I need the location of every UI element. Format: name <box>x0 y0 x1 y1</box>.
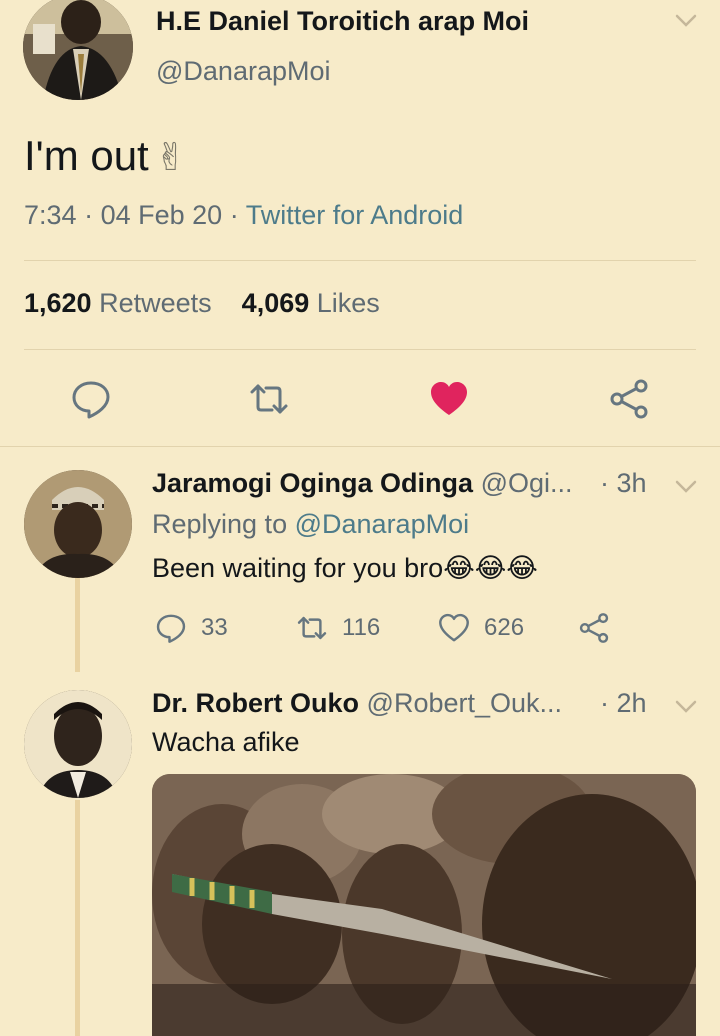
reply-author-handle[interactable]: @Ogi... <box>481 468 573 498</box>
meta-separator: · <box>229 200 246 230</box>
tweet-time: 7:34 <box>24 200 77 230</box>
reply-text: Been waiting for you bro😂😂😂 <box>152 553 538 584</box>
retweets-stat[interactable]: 1,620 Retweets <box>24 288 212 318</box>
reply-author-name[interactable]: Dr. Robert Ouko <box>152 688 359 718</box>
reply-author-avatar[interactable] <box>24 690 132 798</box>
chevron-down-icon[interactable] <box>675 700 697 714</box>
reply-like-button[interactable]: 626 <box>438 612 524 644</box>
reply-header: Dr. Robert Ouko @Robert_Ouk... <box>152 688 562 719</box>
tweet-detail-screen: H.E Daniel Toroitich arap Moi @DanarapMo… <box>0 0 720 1036</box>
reply-media-image[interactable] <box>152 774 696 1036</box>
divider <box>0 446 720 447</box>
replying-to-mention[interactable]: @DanarapMoi <box>295 509 470 539</box>
victory-hand-emoji: ✌ <box>154 137 187 179</box>
reply-text: Wacha afike <box>152 727 300 757</box>
likes-count: 4,069 <box>241 288 310 318</box>
tweet-source[interactable]: Twitter for Android <box>246 200 464 230</box>
main-author-handle[interactable]: @DanarapMoi <box>156 56 331 87</box>
share-icon[interactable] <box>608 378 650 420</box>
reply-icon <box>156 614 186 643</box>
tweet-meta: 7:34 · 04 Feb 20 · Twitter for Android <box>24 200 463 231</box>
heart-icon[interactable] <box>428 378 470 420</box>
reply-time: · 3h <box>600 468 647 498</box>
reply-retweet-button[interactable]: 116 <box>296 612 380 644</box>
like-count: 626 <box>484 614 525 641</box>
retweets-count: 1,620 <box>24 288 92 318</box>
reply-author-name[interactable]: Jaramogi Oginga Odinga <box>152 468 473 498</box>
reply-reply-button[interactable]: 33 <box>155 612 228 644</box>
retweets-label: Retweets <box>99 288 212 318</box>
reply-author-avatar[interactable] <box>24 470 132 578</box>
heart-icon <box>439 613 469 642</box>
replying-to: Replying to @DanarapMoi <box>152 509 469 540</box>
likes-label: Likes <box>316 288 380 318</box>
tweet-stats: 1,620 Retweets 4,069 Likes <box>24 288 380 319</box>
reply-share-button[interactable] <box>578 612 624 644</box>
reply-header: Jaramogi Oginga Odinga @Ogi... <box>152 468 573 499</box>
reply-count: 33 <box>201 614 228 641</box>
tears-of-joy-emoji: 😂😂😂 <box>443 553 538 583</box>
reply-time: · 2h <box>600 688 647 718</box>
reply-text-body: Been waiting for you bro <box>152 553 444 583</box>
likes-stat[interactable]: 4,069 Likes <box>242 288 380 318</box>
reply-icon[interactable] <box>70 378 112 420</box>
meta-separator: · <box>84 200 101 230</box>
chevron-down-icon[interactable] <box>675 480 697 494</box>
share-icon <box>579 613 609 643</box>
replying-to-prefix: Replying to <box>152 509 288 539</box>
retweet-count: 116 <box>342 614 381 641</box>
divider <box>24 349 696 350</box>
divider <box>24 260 696 261</box>
tweet-text-body: I'm out <box>24 132 149 179</box>
main-author-avatar[interactable] <box>23 0 133 100</box>
thread-line <box>75 578 80 672</box>
tweet-text: I'm out ✌ <box>24 132 187 180</box>
chevron-down-icon[interactable] <box>675 14 697 28</box>
tweet-date: 04 Feb 20 <box>100 200 223 230</box>
main-author-name[interactable]: H.E Daniel Toroitich arap Moi <box>156 6 529 37</box>
retweet-icon[interactable] <box>248 378 290 420</box>
thread-line <box>75 800 80 1036</box>
reply-author-handle[interactable]: @Robert_Ouk... <box>367 688 563 718</box>
retweet-icon <box>297 616 327 640</box>
